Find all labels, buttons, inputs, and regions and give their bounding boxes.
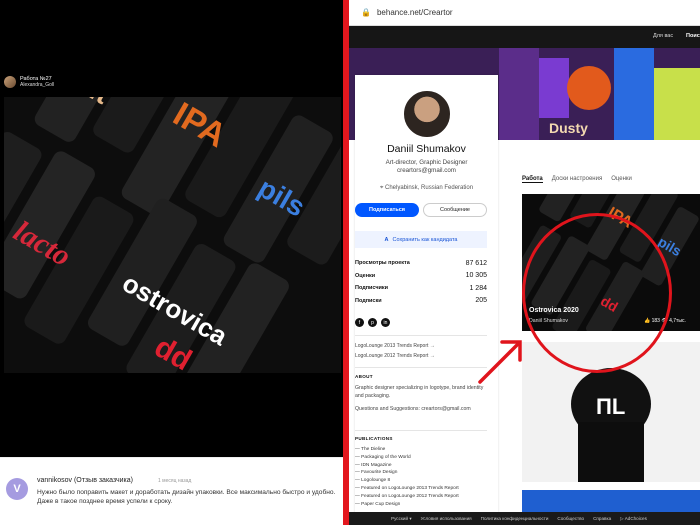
message-button[interactable]: Сообщение [423,203,487,217]
tab-work[interactable]: Работа [522,176,543,183]
annotation-circle [522,213,672,373]
profile-location: ⌖ Chelyabinsk, Russian Federation [379,185,474,191]
linkedin-icon[interactable]: in [381,318,390,327]
product-photo: alt IPA pils lacto ostrovica dd [4,97,341,373]
url-text[interactable]: behance.net/Creartor [377,8,453,17]
save-candidate-label: Сохранить как кандидата [392,236,458,243]
nav-for-you[interactable]: Для вас [653,33,673,39]
list-item: — IDN Magazine [355,462,392,468]
top-nav: Для вас Поис [349,26,700,48]
lock-icon: 🔒 [361,8,371,17]
reviewer-name[interactable]: vannikosov (Отзыв заказчика) [37,477,133,484]
screenshot-composite: Работа №27 Alexandra_Goll IPA pils lacto… [0,0,700,525]
work-author[interactable]: Alexandra_Goll [20,82,54,88]
list-item: — Favourite Design [355,470,398,476]
divider [355,367,487,368]
review-text: Нужно было поправить макет и доработать … [37,489,336,505]
profile-tabs: Работа Доски настроения Оценки [522,176,632,183]
page-footer: Русский ▾ Условия использования Политика… [349,512,700,525]
review-panel: V vannikosov (Отзыв заказчика) 1 месяц н… [0,457,343,525]
tab-moodboards[interactable]: Доски настроения [552,176,602,183]
footer-help-link[interactable]: Справка [593,516,611,521]
about-section: Graphic designer specializing in logotyp… [355,385,487,414]
list-item: — Logolounge 8 [355,478,391,484]
profile-name: Daniil Shumakov [387,143,466,155]
about-heading: ABOUT [355,374,373,379]
facebook-icon[interactable]: f [355,318,364,327]
author-avatar[interactable] [4,76,16,88]
stat-row: Просмотры проекта 87 612 [355,259,487,267]
list-item: — The Dieline [355,447,386,452]
list-item: — Featured on LogoLounge 2012 Trends Rep… [355,493,459,499]
profile-avatar[interactable] [402,89,452,139]
list-item: — Packaging of the World [355,454,411,460]
about-text: Graphic designer specializing in logotyp… [355,385,484,399]
footer-privacy-link[interactable]: Политика конфиденциальности [481,516,549,521]
list-item: — Featured on LogoLounge 2013 Trends Rep… [355,485,459,491]
left-pane: Работа №27 Alexandra_Goll IPA pils lacto… [0,0,343,525]
save-candidate-button[interactable]: A Сохранить как кандидата [355,231,487,248]
footer-adchoices-link[interactable]: ▷ AdChoices [620,516,647,522]
pinterest-icon[interactable]: p [368,318,377,327]
footer-community-link[interactable]: Сообщество [557,516,584,521]
profile-card: Daniil Shumakov Art-director, Graphic De… [355,75,498,525]
cans-image: alt IPA pils lacto ostrovica dd [4,97,341,373]
bottle-brand: ΠL [596,394,625,419]
list-item: — Paper Cup Design [355,501,401,507]
divider [355,430,487,431]
profile-role: Art-director, Graphic Designer [385,159,468,166]
review-time: 1 месяц назад [158,478,192,484]
reviewer-avatar[interactable]: V [6,478,28,500]
views-count: 4,7тыс. [669,318,686,324]
stat-row[interactable]: Подписчики 1 284 [355,282,487,295]
language-select[interactable]: Русский ▾ [391,516,412,522]
profile-role-block: Art-director, Graphic Designer creartors… [355,159,498,175]
social-links: f p in [355,318,390,327]
annotation-arrow [478,340,522,384]
profile-email[interactable]: creartors@gmail.com [355,167,498,175]
stat-row[interactable]: Подписки 205 [355,295,487,308]
nav-search[interactable]: Поис [686,33,700,39]
adobe-icon: A [384,236,389,243]
address-bar[interactable]: 🔒 behance.net/Creartor [349,0,700,26]
subscribe-button[interactable]: Подписаться [355,203,419,217]
stat-row: Оценки 10 305 [355,272,487,280]
publications-list: — The Dieline — Packaging of the World —… [355,446,495,508]
pubs-heading: PUBLICATIONS [355,436,393,441]
work-header: Работа №27 Alexandra_Goll [4,76,54,88]
svg-text:Dusty: Dusty [549,120,588,136]
profile-stats: Просмотры проекта 87 612 Оценки 10 305 Под… [355,257,487,307]
link-logolounge-2013[interactable]: LogoLounge 2013 Trends Report → [355,343,435,349]
footer-terms-link[interactable]: Условия использования [421,516,472,521]
tab-appreciations[interactable]: Оценки [611,176,632,183]
divider [355,335,487,336]
about-contact: Questions and Suggestions: creartors@gma… [355,406,471,412]
link-logolounge-2012[interactable]: LogoLounge 2012 Trends Report → [355,353,435,359]
